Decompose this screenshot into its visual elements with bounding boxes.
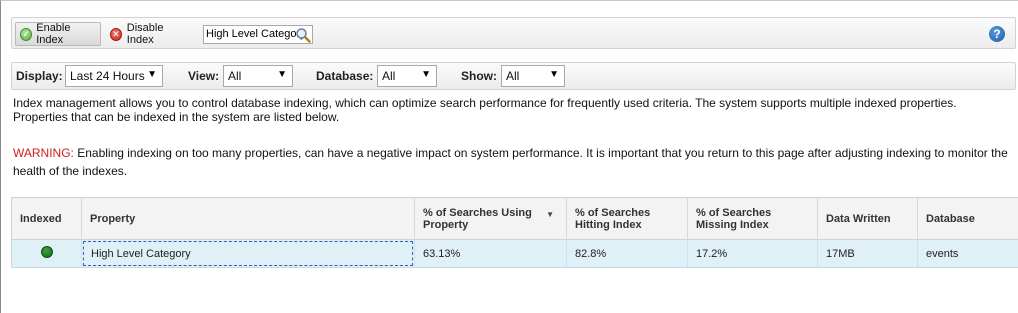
indexed-cell bbox=[11, 239, 82, 268]
chevron-down-icon: ▼ bbox=[277, 69, 287, 80]
col-header-property[interactable]: Property bbox=[81, 197, 415, 240]
index-description: Index management allows you to control d… bbox=[13, 96, 957, 124]
display-select[interactable]: Last 24 Hours ▼ bbox=[65, 65, 163, 87]
sort-desc-icon: ▼ bbox=[546, 210, 554, 219]
pct-hitting-cell: 82.8% bbox=[566, 239, 688, 268]
x-circle-icon: ✕ bbox=[110, 27, 122, 41]
col-header-pct-hitting[interactable]: % of Searches Hitting Index bbox=[566, 197, 688, 240]
chevron-down-icon: ▼ bbox=[549, 69, 559, 80]
enable-index-label: Enable Index bbox=[36, 22, 71, 46]
help-icon[interactable]: ? bbox=[989, 26, 1005, 42]
enable-index-button[interactable]: ✓ Enable Index bbox=[15, 22, 101, 46]
col-header-pct-using-label: % of Searches Using Property bbox=[423, 206, 532, 231]
chevron-down-icon: ▼ bbox=[421, 69, 431, 80]
filter-bar: Display: Last 24 Hours ▼ View: All ▼ Dat… bbox=[11, 62, 1016, 90]
index-toolbar: ✓ Enable Index ✕ Disable Index High Leve… bbox=[11, 17, 1016, 49]
col-header-pct-missing[interactable]: % of Searches Missing Index bbox=[687, 197, 818, 240]
property-value: High Level Category bbox=[83, 241, 413, 266]
search-icon[interactable] bbox=[295, 27, 311, 43]
warning-message: WARNING: Enabling indexing on too many p… bbox=[13, 144, 1013, 180]
col-header-pct-missing-label: % of Searches Missing Index bbox=[696, 206, 772, 231]
view-select-value: All bbox=[228, 69, 242, 83]
col-header-pct-hitting-label: % of Searches Hitting Index bbox=[575, 206, 651, 231]
database-select-value: All bbox=[382, 69, 396, 83]
col-header-pct-using[interactable]: % of Searches Using Property ▼ bbox=[414, 197, 567, 240]
table-row[interactable]: High Level Category 63.13% 82.8% 17.2% 1… bbox=[11, 239, 1018, 268]
view-filter-label: View: bbox=[188, 69, 220, 83]
col-header-database[interactable]: Database bbox=[917, 197, 1018, 240]
property-cell[interactable]: High Level Category bbox=[81, 239, 415, 268]
col-header-indexed[interactable]: Indexed bbox=[11, 197, 82, 240]
display-filter-label: Display: bbox=[16, 69, 63, 83]
view-select[interactable]: All ▼ bbox=[223, 65, 293, 87]
database-select[interactable]: All ▼ bbox=[377, 65, 437, 87]
indexed-status-icon bbox=[40, 246, 53, 258]
table-header-row: Indexed Property % of Searches Using Pro… bbox=[11, 197, 1018, 240]
show-filter-label: Show: bbox=[461, 69, 497, 83]
col-header-data-written[interactable]: Data Written bbox=[817, 197, 918, 240]
data-written-cell: 17MB bbox=[817, 239, 918, 268]
chevron-down-icon: ▼ bbox=[147, 69, 157, 80]
show-select[interactable]: All ▼ bbox=[501, 65, 565, 87]
pct-using-cell: 63.13% bbox=[414, 239, 567, 268]
index-table: Indexed Property % of Searches Using Pro… bbox=[11, 197, 1018, 268]
disable-index-label: Disable Index bbox=[126, 22, 164, 46]
database-cell: events bbox=[917, 239, 1018, 268]
database-filter-label: Database: bbox=[316, 69, 374, 83]
warning-text: Enabling indexing on too many properties… bbox=[13, 146, 1008, 178]
window-frame: ✓ Enable Index ✕ Disable Index High Leve… bbox=[0, 0, 1018, 313]
disable-index-button[interactable]: ✕ Disable Index bbox=[106, 22, 190, 46]
display-select-value: Last 24 Hours bbox=[70, 69, 145, 83]
show-select-value: All bbox=[506, 69, 520, 83]
check-circle-icon: ✓ bbox=[20, 27, 33, 41]
warning-label: WARNING: bbox=[13, 146, 74, 160]
pct-missing-cell: 17.2% bbox=[687, 239, 818, 268]
